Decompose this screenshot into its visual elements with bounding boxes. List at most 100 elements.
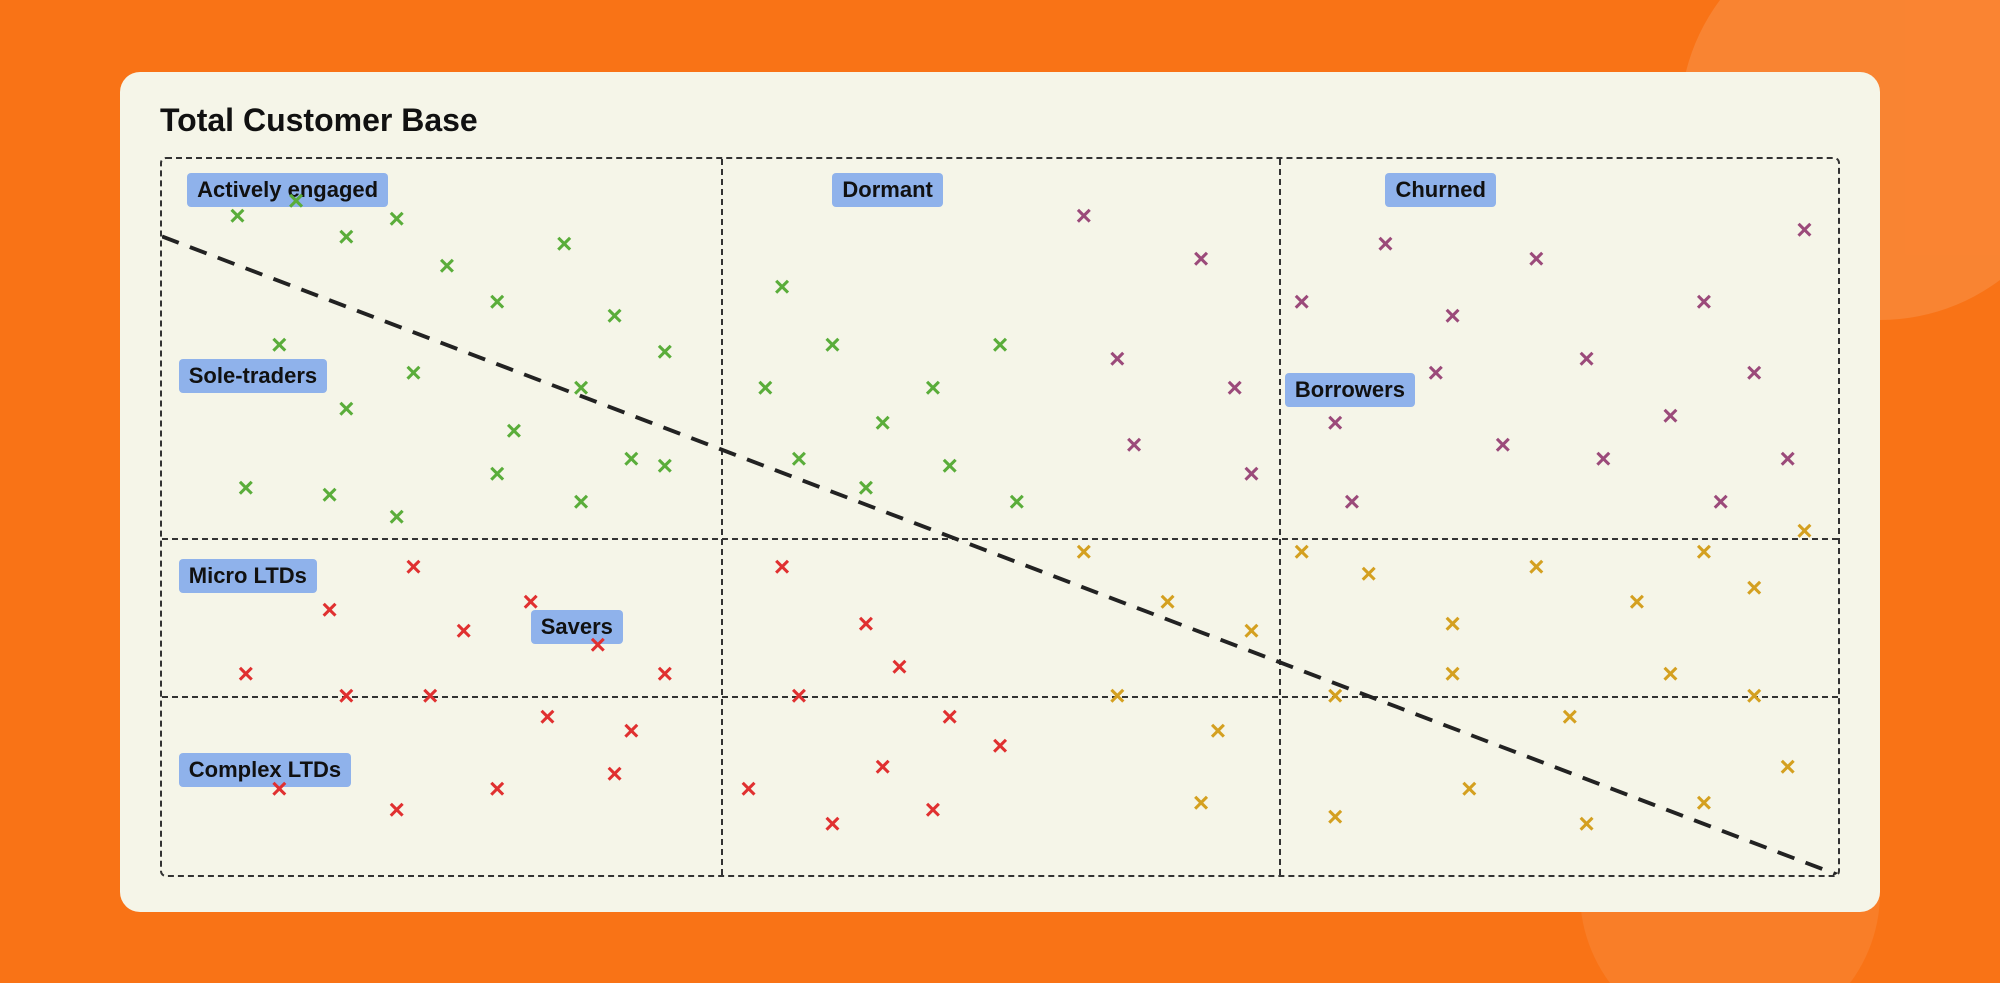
data-point: ×: [657, 452, 673, 480]
label-dormant: Dormant: [832, 173, 942, 207]
data-point: ×: [791, 445, 807, 473]
data-point: ×: [858, 610, 874, 638]
data-point: ×: [1444, 610, 1460, 638]
data-point: ×: [791, 682, 807, 710]
data-point: ×: [1361, 560, 1377, 588]
data-point: ×: [774, 553, 790, 581]
data-point: ×: [489, 775, 505, 803]
chart-area: Actively engaged Dormant Churned Sole-tr…: [160, 157, 1840, 877]
data-point: ×: [1109, 345, 1125, 373]
data-point: ×: [824, 331, 840, 359]
data-point: ×: [288, 187, 304, 215]
data-point: ×: [271, 775, 287, 803]
data-point: ×: [1746, 574, 1762, 602]
data-point: ×: [1344, 488, 1360, 516]
data-point: ×: [1696, 789, 1712, 817]
data-point: ×: [740, 775, 756, 803]
data-point: ×: [1226, 374, 1242, 402]
data-point: ×: [388, 205, 404, 233]
data-point: ×: [1780, 445, 1796, 473]
data-point: ×: [506, 417, 522, 445]
data-point: ×: [338, 223, 354, 251]
data-point: ×: [238, 660, 254, 688]
data-point: ×: [1712, 488, 1728, 516]
data-point: ×: [1327, 803, 1343, 831]
data-point: ×: [523, 588, 539, 616]
data-point: ×: [1293, 538, 1309, 566]
label-churned: Churned: [1385, 173, 1495, 207]
data-point: ×: [874, 753, 890, 781]
data-point: ×: [925, 796, 941, 824]
data-point: ×: [1243, 617, 1259, 645]
data-point: ×: [1495, 431, 1511, 459]
data-point: ×: [1428, 359, 1444, 387]
data-point: ×: [992, 331, 1008, 359]
data-point: ×: [489, 460, 505, 488]
label-sole-traders: Sole-traders: [179, 359, 327, 393]
label-borrowers: Borrowers: [1285, 373, 1415, 407]
data-point: ×: [1662, 402, 1678, 430]
data-point: ×: [657, 338, 673, 366]
data-point: ×: [238, 474, 254, 502]
vertical-divider-2: [1279, 159, 1281, 875]
data-point: ×: [271, 331, 287, 359]
data-point: ×: [1796, 517, 1812, 545]
data-point: ×: [539, 703, 555, 731]
chart-container: Total Customer Base Actively engaged Dor…: [120, 72, 1880, 912]
data-point: ×: [1109, 682, 1125, 710]
data-point: ×: [925, 374, 941, 402]
data-point: ×: [1696, 538, 1712, 566]
data-point: ×: [1746, 682, 1762, 710]
data-point: ×: [1528, 553, 1544, 581]
data-point: ×: [1578, 810, 1594, 838]
data-point: ×: [455, 617, 471, 645]
data-point: ×: [874, 409, 890, 437]
data-point: ×: [942, 452, 958, 480]
data-point: ×: [1780, 753, 1796, 781]
data-point: ×: [657, 660, 673, 688]
data-point: ×: [1444, 302, 1460, 330]
data-point: ×: [422, 682, 438, 710]
data-point: ×: [1528, 245, 1544, 273]
data-point: ×: [573, 488, 589, 516]
data-point: ×: [623, 717, 639, 745]
data-point: ×: [606, 302, 622, 330]
data-point: ×: [891, 653, 907, 681]
data-point: ×: [774, 273, 790, 301]
data-point: ×: [606, 760, 622, 788]
data-point: ×: [992, 732, 1008, 760]
data-point: ×: [1126, 431, 1142, 459]
data-point: ×: [321, 596, 337, 624]
data-point: ×: [405, 553, 421, 581]
data-point: ×: [1796, 216, 1812, 244]
data-point: ×: [1444, 660, 1460, 688]
data-point: ×: [623, 445, 639, 473]
label-complex-ltds: Complex LTDs: [179, 753, 351, 787]
data-point: ×: [1696, 288, 1712, 316]
diagonal-line: [162, 159, 1838, 875]
data-point: ×: [590, 631, 606, 659]
data-point: ×: [1662, 660, 1678, 688]
data-point: ×: [1327, 409, 1343, 437]
data-point: ×: [405, 359, 421, 387]
data-point: ×: [439, 252, 455, 280]
data-point: ×: [388, 503, 404, 531]
data-point: ×: [1578, 345, 1594, 373]
data-point: ×: [1377, 230, 1393, 258]
data-point: ×: [1243, 460, 1259, 488]
data-point: ×: [757, 374, 773, 402]
data-point: ×: [229, 202, 245, 230]
data-point: ×: [858, 474, 874, 502]
data-point: ×: [1210, 717, 1226, 745]
chart-title: Total Customer Base: [160, 102, 1840, 139]
data-point: ×: [1076, 202, 1092, 230]
data-point: ×: [824, 810, 840, 838]
data-point: ×: [556, 230, 572, 258]
label-micro-ltds: Micro LTDs: [179, 559, 317, 593]
data-point: ×: [942, 703, 958, 731]
data-point: ×: [338, 682, 354, 710]
data-point: ×: [338, 395, 354, 423]
vertical-divider-1: [721, 159, 723, 875]
data-point: ×: [1159, 588, 1175, 616]
data-point: ×: [489, 288, 505, 316]
